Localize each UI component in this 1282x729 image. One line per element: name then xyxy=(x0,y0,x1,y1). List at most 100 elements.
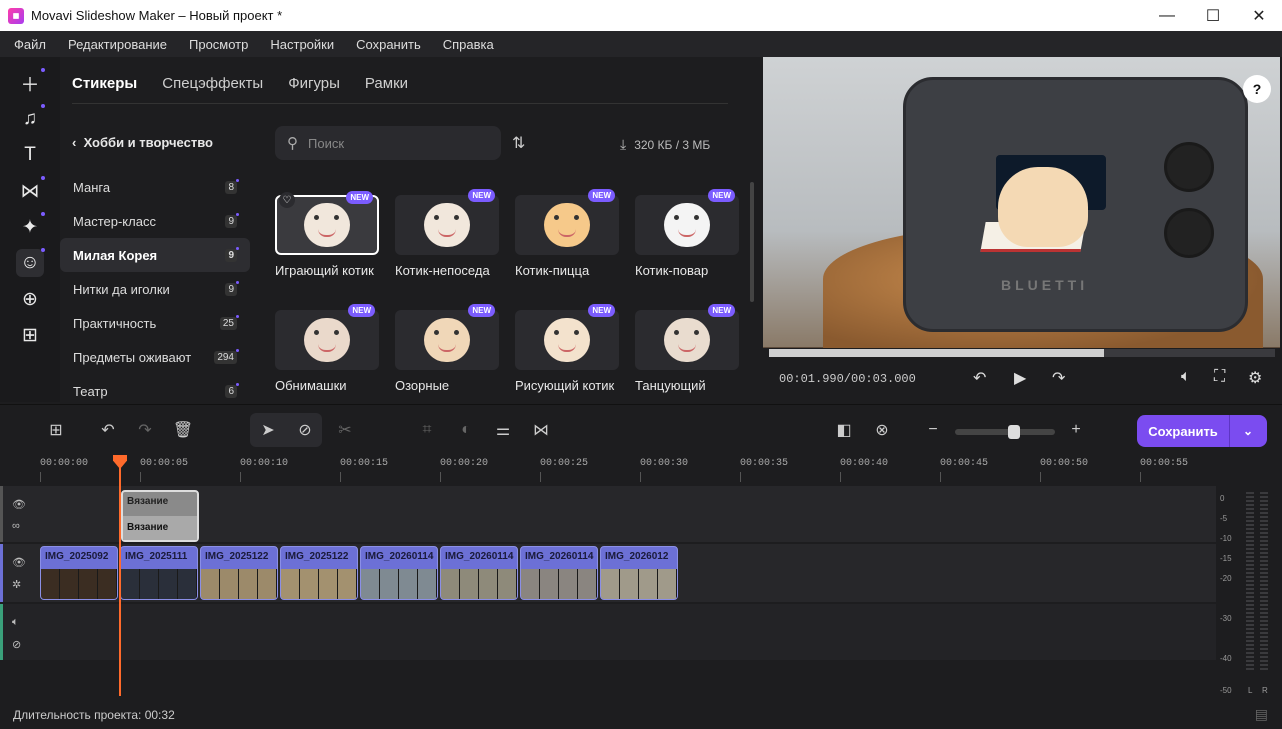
category-label: Нитки да иголки xyxy=(73,281,170,297)
video-clip[interactable]: IMG_2025122 xyxy=(200,546,278,600)
fullscreen-icon[interactable]: ⛶ xyxy=(1214,368,1225,386)
effects-icon[interactable]: ✦ xyxy=(16,212,45,241)
ruler-tick-label: 00:00:55 xyxy=(1140,458,1189,469)
audio-track: 🔈︎ ⊘ xyxy=(0,604,1216,660)
menu-view[interactable]: Просмотр xyxy=(189,37,248,52)
rewind-icon[interactable]: ↶ xyxy=(973,368,986,388)
category-item[interactable]: Манга 8 xyxy=(60,170,250,204)
category-item[interactable]: Мастер-класс 9 xyxy=(60,204,250,238)
zoom-slider[interactable] xyxy=(955,425,1055,439)
volume-icon[interactable]: 🔈︎ xyxy=(1181,368,1191,386)
sticker-card[interactable]: NEW Котик-повар xyxy=(635,189,739,278)
library-scrollbar[interactable] xyxy=(750,182,754,302)
undo-icon[interactable]: ↶ xyxy=(97,419,119,441)
adjust-icon[interactable]: ⚌ xyxy=(492,419,514,441)
audio-split-icon[interactable]: ◧ xyxy=(833,419,855,441)
menu-help[interactable]: Справка xyxy=(443,37,494,52)
sticker-card[interactable]: NEW Озорные xyxy=(395,304,499,393)
color-icon[interactable]: ◐ xyxy=(455,419,477,441)
maximize-button[interactable]: ☐ xyxy=(1190,0,1236,31)
category-item[interactable]: Театр 6 xyxy=(60,374,250,408)
help-icon[interactable]: ? xyxy=(1243,75,1271,103)
link-track-icon[interactable]: ∞ xyxy=(12,520,20,532)
tab-stickers[interactable]: Стикеры xyxy=(72,75,137,92)
cut-icon[interactable]: ✂ xyxy=(334,419,356,441)
more-icon[interactable]: ⊞ xyxy=(16,321,44,349)
sort-icon[interactable]: ⇅ xyxy=(512,133,525,153)
save-button[interactable]: Сохранить ⌄ xyxy=(1137,415,1267,447)
video-clip[interactable]: IMG_2025111 xyxy=(120,546,198,600)
category-item[interactable]: Нитки да иголки 9 xyxy=(60,272,250,306)
menu-edit[interactable]: Редактирование xyxy=(68,37,167,52)
ruler-tick-label: 00:00:10 xyxy=(240,458,289,469)
delete-icon[interactable]: 🗑︎ xyxy=(172,419,194,441)
category-back-link[interactable]: ‹ Хобби и творчество xyxy=(72,135,213,150)
video-clip[interactable]: IMG_2026012 xyxy=(600,546,678,600)
tab-effects[interactable]: Спецэффекты xyxy=(162,75,263,92)
video-clip[interactable]: IMG_20260114 xyxy=(360,546,438,600)
blade-icon[interactable]: ⊘ xyxy=(294,419,316,441)
ruler-tick xyxy=(840,472,841,482)
add-icon[interactable]: ＋ xyxy=(16,68,45,97)
category-item[interactable]: Практичность 25 xyxy=(60,306,250,340)
play-icon[interactable]: ▶ xyxy=(1014,368,1026,388)
volume-icon[interactable]: 🔈︎ xyxy=(12,616,19,629)
crop-icon[interactable]: ⌗ xyxy=(416,419,438,441)
redo-icon[interactable]: ↷ xyxy=(134,419,156,441)
menu-save[interactable]: Сохранить xyxy=(356,37,421,52)
effects-track-icon[interactable]: ✲ xyxy=(12,578,21,591)
video-clip[interactable]: IMG_2025122 xyxy=(280,546,358,600)
category-count: 8 xyxy=(225,178,239,194)
meter-level-label: -40 xyxy=(1220,654,1232,663)
video-clip[interactable]: IMG_20260114 xyxy=(520,546,598,600)
music-icon[interactable]: ♫ xyxy=(16,104,45,133)
sticker-card[interactable]: NEW Обнимашки xyxy=(275,304,379,393)
tab-frames[interactable]: Рамки xyxy=(365,75,408,92)
preview-canvas[interactable]: BLUETTI ? xyxy=(763,57,1280,348)
chevron-left-icon: ‹ xyxy=(72,135,84,150)
menu-file[interactable]: Файл xyxy=(14,37,46,52)
eye-icon[interactable]: 👁︎ xyxy=(12,556,26,569)
search-input[interactable] xyxy=(308,135,488,151)
search-box[interactable]: ⚲ xyxy=(275,126,501,160)
preview-progress-bar[interactable] xyxy=(769,349,1275,357)
store-icon[interactable]: ⊕ xyxy=(16,285,44,313)
tab-shapes[interactable]: Фигуры xyxy=(288,75,340,92)
chevron-down-icon[interactable]: ⌄ xyxy=(1230,424,1266,438)
minimize-button[interactable]: — xyxy=(1144,0,1190,31)
resize-grip-icon[interactable]: ▤ xyxy=(1255,706,1268,723)
zoom-slider-handle[interactable] xyxy=(1007,425,1020,439)
transitions-icon[interactable]: ⋈ xyxy=(16,176,45,205)
video-clip[interactable]: IMG_2025092 xyxy=(40,546,118,600)
forward-icon[interactable]: ↷ xyxy=(1052,368,1065,388)
text-icon[interactable]: T xyxy=(16,141,44,169)
new-badge: NEW xyxy=(588,304,615,317)
sticker-cat-overlay[interactable] xyxy=(998,167,1088,247)
sticker-card[interactable]: NEW Котик-непоседа xyxy=(395,189,499,278)
text-clip[interactable]: Вязание Вязание xyxy=(121,490,199,542)
transition-icon[interactable]: ⋈ xyxy=(530,419,552,441)
sticker-label: Обнимашки xyxy=(275,378,347,393)
select-cursor-icon[interactable]: ➤ xyxy=(257,419,279,441)
sticker-card[interactable]: NEW Танцующий xyxy=(635,304,739,393)
sticker-card[interactable]: NEW ♡ Играющий котик xyxy=(275,191,379,278)
sticker-card[interactable]: NEW Рисующий котик xyxy=(515,304,619,393)
heart-icon[interactable]: ♡ xyxy=(279,192,295,208)
add-track-icon[interactable]: ⊞ xyxy=(45,419,67,441)
menu-settings[interactable]: Настройки xyxy=(270,37,334,52)
zoom-out-icon[interactable]: − xyxy=(922,419,944,441)
stickers-icon[interactable]: ☺ xyxy=(16,248,45,277)
settings-gear-icon[interactable]: ⚙ xyxy=(1248,368,1262,388)
close-button[interactable]: ✕ xyxy=(1236,0,1282,31)
link-icon[interactable]: ⊗ xyxy=(871,419,893,441)
zoom-in-icon[interactable]: + xyxy=(1065,419,1087,441)
video-clip[interactable]: IMG_20260114 xyxy=(440,546,518,600)
unlink-icon[interactable]: ⊘ xyxy=(12,638,21,651)
category-item[interactable]: Милая Корея 9 xyxy=(60,238,250,272)
category-item[interactable]: Предметы оживают 294 xyxy=(60,340,250,374)
timeline-ruler[interactable]: 00:00:00 00:00:05 00:00:10 00:00:15 00:00:20… xyxy=(0,454,1216,486)
playhead[interactable] xyxy=(119,456,121,696)
video-clip-name: IMG_20260114 xyxy=(445,551,514,562)
sticker-card[interactable]: NEW Котик-пицца xyxy=(515,189,619,278)
eye-icon[interactable]: 👁︎ xyxy=(12,498,26,511)
